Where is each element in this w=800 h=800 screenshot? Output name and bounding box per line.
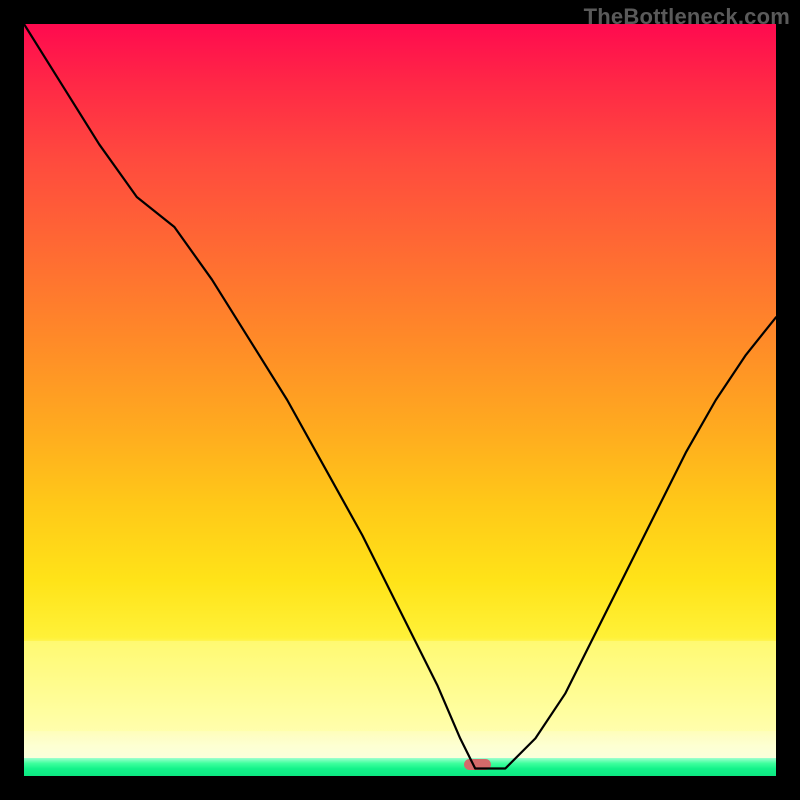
- watermark-text: TheBottleneck.com: [584, 4, 790, 30]
- bottleneck-curve: [24, 24, 776, 776]
- plot-area: [24, 24, 776, 776]
- chart-frame: TheBottleneck.com: [0, 0, 800, 800]
